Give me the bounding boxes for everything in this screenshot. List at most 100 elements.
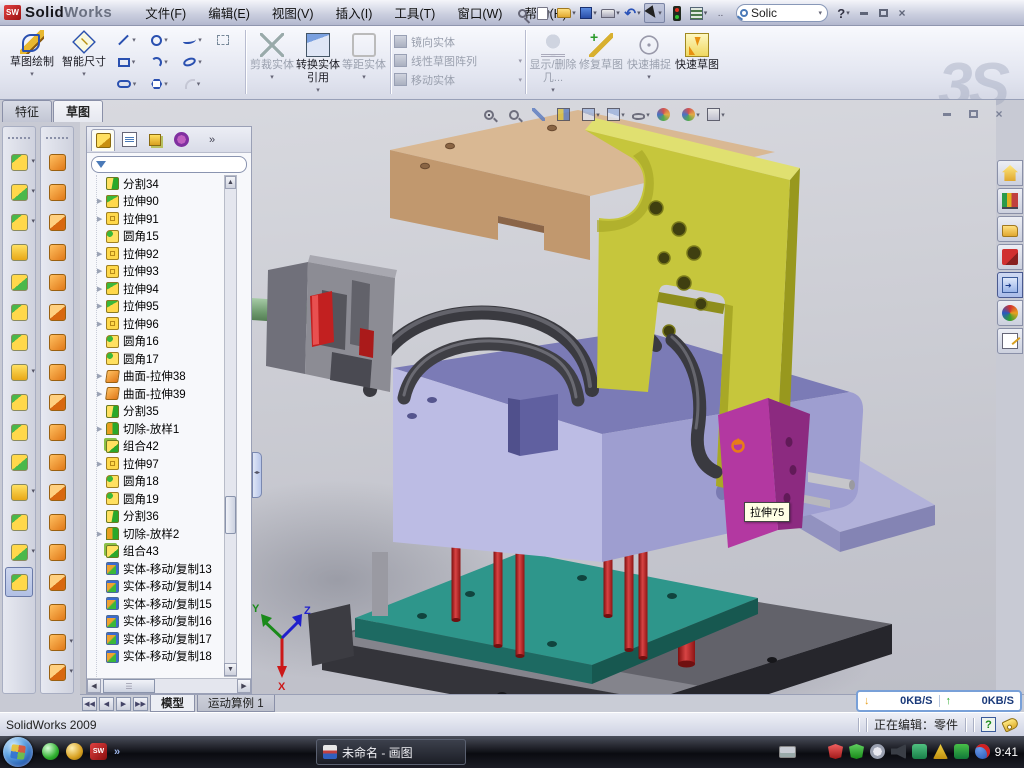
feature-tree-item[interactable]: ▶ 组合42 [97, 438, 244, 456]
open-button[interactable]: ▾ [556, 3, 577, 23]
new-document-button[interactable]: ▾ [534, 3, 555, 23]
expand-arrow-icon[interactable]: ▶ [97, 267, 106, 275]
feature-tree-item[interactable]: ▶ 实体-移动/复制15 [97, 595, 244, 613]
feature-tool-button[interactable] [5, 237, 33, 267]
tag-icon[interactable] [1001, 716, 1019, 732]
surface-tool-button[interactable] [43, 147, 71, 177]
sketch-entity-button[interactable]: ▾ [110, 29, 143, 51]
document-tab[interactable]: 运动算例 1 [197, 695, 275, 712]
feature-tree-item[interactable]: ▶ 拉伸92 [97, 245, 244, 263]
smart-dimension-button[interactable]: 智能尺寸 ▾ [58, 26, 110, 96]
surface-tool-button[interactable] [43, 237, 71, 267]
ribbon-list-button[interactable]: 线性草图阵列 ▾ [394, 51, 522, 70]
menu-item[interactable]: 文件(F) [134, 0, 197, 26]
tray-icon[interactable] [891, 744, 906, 759]
surface-tool-button[interactable] [43, 477, 71, 507]
panel-splitter-grip[interactable] [252, 452, 262, 498]
feature-tool-button[interactable] [5, 267, 33, 297]
surface-tool-button[interactable] [43, 567, 71, 597]
feature-tree-item[interactable]: ▶ 组合43 [97, 543, 244, 561]
tree-filter-input[interactable] [91, 156, 247, 173]
sketch-entity-button[interactable]: ▾ [143, 73, 176, 95]
ribbon-stack-button[interactable]: 剪裁实体 ▾ [249, 29, 295, 99]
print-button[interactable]: ▾ [600, 3, 621, 23]
ribbon-list-button[interactable]: 镜向实体 ▾ [394, 32, 522, 51]
quick-launch-icon[interactable] [66, 743, 83, 760]
task-pane-tab[interactable] [997, 160, 1023, 186]
sketch-entity-button[interactable]: ▾ [209, 73, 242, 95]
feature-tree-item[interactable]: ▶ 拉伸97 [97, 455, 244, 473]
expand-arrow-icon[interactable]: ▶ [97, 460, 106, 468]
feature-manager-tab[interactable] [91, 129, 115, 151]
feature-tree-item[interactable]: ▶ 曲面-拉伸38 [97, 368, 244, 386]
task-pane-tab[interactable] [997, 328, 1023, 354]
toolbar-overflow[interactable]: .. [710, 3, 731, 23]
feature-manager-tab[interactable] [117, 129, 141, 151]
surface-tool-button[interactable] [43, 597, 71, 627]
scrollbar-thumb[interactable] [225, 496, 236, 534]
surface-tool-button[interactable] [43, 177, 71, 207]
surface-tool-button[interactable] [43, 447, 71, 477]
tray-icon[interactable] [975, 744, 990, 759]
view-tool-button[interactable]: ▾ [655, 105, 677, 124]
command-manager-tab[interactable]: 草图 [53, 100, 103, 122]
sketch-entity-button[interactable]: ▾ [110, 73, 143, 95]
feature-tree-item[interactable]: ▶ 实体-移动/复制13 [97, 560, 244, 578]
feature-manager-tab[interactable] [143, 129, 167, 151]
tab-nav-button[interactable]: ◀ [99, 697, 114, 711]
feature-tree-item[interactable]: ▶ 分割35 [97, 403, 244, 421]
feature-tree-item[interactable]: ▶ 拉伸95 [97, 298, 244, 316]
feature-tool-button[interactable] [5, 207, 33, 237]
sketch-button[interactable]: 草图绘制 ▾ [6, 26, 58, 96]
feature-tree-item[interactable]: ▶ 拉伸91 [97, 210, 244, 228]
ribbon-stack-button[interactable]: 快速草图 ▾ [673, 29, 721, 99]
chevron-overflow-icon[interactable]: » [209, 134, 215, 146]
menu-item[interactable]: 窗口(W) [446, 0, 513, 26]
ribbon-stack-button[interactable]: 等距实体 ▾ [341, 29, 387, 99]
feature-tree-item[interactable]: ▶ 分割34 [97, 175, 244, 193]
expand-arrow-icon[interactable]: ▶ [97, 285, 106, 293]
ribbon-stack-button[interactable]: 转换实体引用 ▾ [295, 29, 341, 99]
feature-tree-item[interactable]: ▶ 圆角19 [97, 490, 244, 508]
view-tool-button[interactable]: ▾ [530, 105, 552, 124]
view-tool-button[interactable]: ▾ [505, 105, 527, 124]
feature-tree-item[interactable]: ▶ 拉伸93 [97, 263, 244, 281]
tab-nav-button[interactable]: ▶ [116, 697, 131, 711]
surface-tool-button[interactable] [43, 297, 71, 327]
view-tool-button[interactable]: ▾ [580, 105, 602, 124]
tray-icon[interactable] [912, 744, 927, 759]
quick-tips-button[interactable]: ? [981, 717, 996, 732]
undo-button[interactable]: ↶▾ [622, 3, 643, 23]
scroll-right-arrow[interactable]: ▶ [237, 679, 251, 693]
feature-tool-button[interactable] [5, 297, 33, 327]
feature-tree-item[interactable]: ▶ 圆角16 [97, 333, 244, 351]
surface-tool-button[interactable] [43, 207, 71, 237]
expand-arrow-icon[interactable]: ▶ [97, 250, 106, 258]
tab-nav-button[interactable]: ▶▶ [133, 697, 148, 711]
task-pane-tab[interactable] [997, 300, 1023, 326]
feature-tree-item[interactable]: ▶ 实体-移动/复制18 [97, 648, 244, 666]
tree-horizontal-scrollbar[interactable]: ◀ ▶ [87, 678, 251, 693]
expand-arrow-icon[interactable]: ▶ [97, 320, 106, 328]
document-tab[interactable]: 模型 [150, 695, 195, 712]
task-pane-tab[interactable] [997, 244, 1023, 270]
sketch-entity-button[interactable]: ▾ [176, 73, 209, 95]
view-tool-button[interactable]: ▾ [630, 105, 652, 124]
feature-tree-item[interactable]: ▶ 实体-移动/复制16 [97, 613, 244, 631]
pin-icon[interactable] [512, 3, 533, 23]
feature-tree-item[interactable]: ▶ 分割36 [97, 508, 244, 526]
surface-tool-button[interactable] [43, 537, 71, 567]
surface-tool-button[interactable] [43, 417, 71, 447]
quick-launch-overflow[interactable]: » [114, 746, 120, 758]
menu-item[interactable]: 视图(V) [261, 0, 325, 26]
expand-arrow-icon[interactable]: ▶ [97, 197, 106, 205]
feature-tree-item[interactable]: ▶ 切除-放样1 [97, 420, 244, 438]
view-tool-button[interactable]: ▾ [680, 105, 702, 124]
expand-arrow-icon[interactable]: ▶ [97, 215, 106, 223]
surface-tool-button[interactable] [43, 507, 71, 537]
scrollbar-thumb[interactable] [103, 679, 155, 693]
sketch-entity-button[interactable]: ▾ [209, 51, 242, 73]
scroll-up-arrow[interactable]: ▲ [225, 176, 236, 189]
menu-item[interactable]: 插入(I) [325, 0, 384, 26]
feature-tree-item[interactable]: ▶ 拉伸90 [97, 193, 244, 211]
